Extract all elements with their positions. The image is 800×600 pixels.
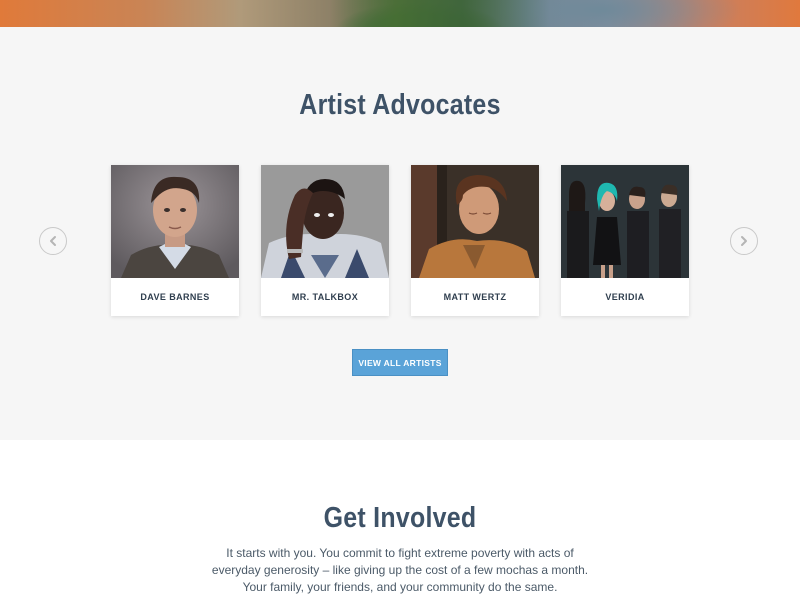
artist-name: MATT WERTZ [443, 292, 507, 302]
description-line: everyday generosity – like giving up the… [211, 563, 589, 577]
artist-photo [111, 165, 239, 278]
artist-card[interactable]: VERIDIA [561, 165, 689, 316]
description-line: Your family, your friends, and your comm… [242, 580, 558, 594]
artist-photo [561, 165, 689, 278]
artist-card[interactable]: DAVE BARNES [111, 165, 239, 316]
artist-name: DAVE BARNES [140, 292, 210, 302]
artist-advocates-section: Artist Advocates DAVE BARNES MR. TALKBOX… [0, 27, 800, 440]
carousel-next-button[interactable] [730, 227, 758, 255]
artist-name: VERIDIA [605, 292, 645, 302]
section-title: Get Involved [323, 502, 477, 534]
artist-photo [411, 165, 539, 278]
section-title: Artist Advocates [299, 89, 501, 121]
view-all-artists-button[interactable]: VIEW ALL ARTISTS [352, 349, 448, 376]
artist-card[interactable]: MATT WERTZ [411, 165, 539, 316]
artist-photo [261, 165, 389, 278]
hero-image [0, 0, 800, 27]
carousel-prev-button[interactable] [39, 227, 67, 255]
chevron-right-icon [741, 236, 747, 246]
chevron-left-icon [50, 236, 56, 246]
get-involved-description: It starts with you. You commit to fight … [200, 545, 600, 596]
get-involved-section: Get Involved It starts with you. You com… [0, 440, 800, 600]
artist-name: MR. TALKBOX [291, 292, 359, 302]
description-line: It starts with you. You commit to fight … [226, 546, 574, 560]
artist-card[interactable]: MR. TALKBOX [261, 165, 389, 316]
